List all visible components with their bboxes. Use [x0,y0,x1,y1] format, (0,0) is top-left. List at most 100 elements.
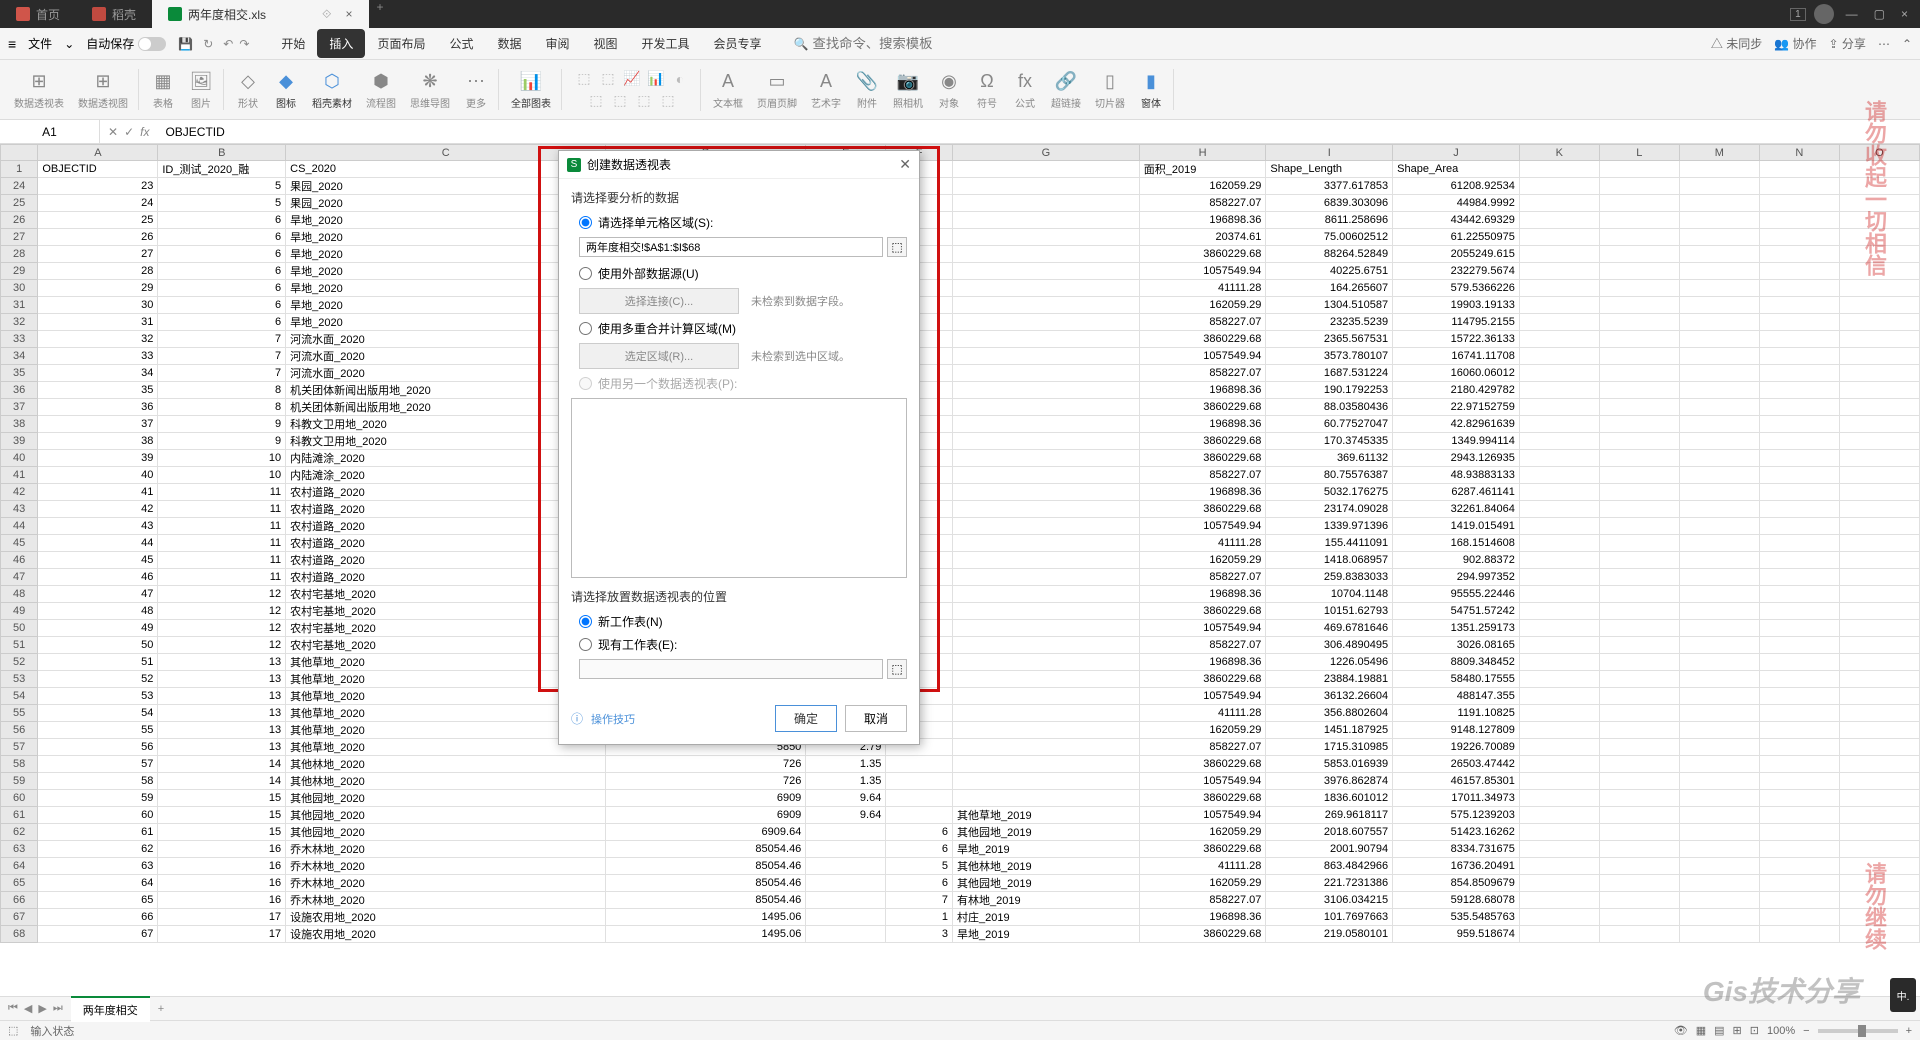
sheet-first-icon[interactable]: ⏮ [8,1002,18,1015]
tab-home[interactable]: 首页 [0,0,76,28]
cell[interactable] [1599,807,1679,824]
cell[interactable] [1759,909,1839,926]
cell[interactable]: 3573.780107 [1266,348,1393,365]
range-input[interactable] [579,237,883,257]
cell[interactable] [1519,722,1599,739]
cell[interactable] [1599,348,1679,365]
cell[interactable] [1839,841,1919,858]
row-header[interactable]: 40 [1,450,38,467]
cell[interactable]: 63 [38,858,158,875]
cell[interactable] [953,433,1140,450]
cell[interactable] [1759,875,1839,892]
row-header[interactable]: 34 [1,348,38,365]
cell[interactable]: 66 [38,909,158,926]
cell[interactable]: 3860229.68 [1139,450,1266,467]
cell[interactable] [953,756,1140,773]
cell[interactable]: 27 [38,246,158,263]
cell[interactable] [1759,399,1839,416]
sheet-prev-icon[interactable]: ◀ [24,1002,32,1015]
cell[interactable] [1599,484,1679,501]
cell[interactable]: 40225.6751 [1266,263,1393,280]
cell[interactable]: 52 [38,671,158,688]
cell[interactable]: 85054.46 [606,875,806,892]
cell[interactable] [1679,246,1759,263]
cell[interactable]: 16741.11708 [1393,348,1520,365]
cell[interactable]: 17 [158,926,286,943]
cell[interactable]: 162059.29 [1139,875,1266,892]
ribbon-item-附件[interactable]: 📎附件 [849,69,885,110]
cell[interactable]: 6909 [606,807,806,824]
cell[interactable]: 65 [38,892,158,909]
radio-existing-sheet[interactable] [579,638,592,651]
chart-small-icon[interactable]: ⬚ [658,91,678,111]
row-header[interactable]: 45 [1,535,38,552]
cell[interactable]: 61 [38,824,158,841]
cell[interactable]: 858227.07 [1139,195,1266,212]
cell[interactable]: 9.64 [806,807,886,824]
cell[interactable] [1519,688,1599,705]
ribbon-tab[interactable]: 数据 [485,29,533,58]
fx-icon[interactable]: fx [140,125,149,139]
expand-icon[interactable]: ⌃ [1902,37,1912,51]
chart-small-icon[interactable]: ⬚ [610,91,630,111]
cell[interactable]: 162059.29 [1139,552,1266,569]
cell[interactable]: 114795.2155 [1393,314,1520,331]
cell[interactable]: 61208.92534 [1393,178,1520,195]
row-header[interactable]: 58 [1,756,38,773]
ribbon-item-更多[interactable]: ⋯更多 [458,69,499,110]
cell[interactable]: 9 [158,433,286,450]
cell[interactable]: 11 [158,518,286,535]
cell[interactable]: 其他园地_2020 [286,790,606,807]
cell[interactable] [953,501,1140,518]
cell[interactable] [1519,671,1599,688]
cell[interactable] [1839,212,1919,229]
cell[interactable] [1679,467,1759,484]
cell[interactable]: 8809.348452 [1393,654,1520,671]
cell[interactable]: 12 [158,586,286,603]
new-tab-button[interactable]: + [369,0,392,28]
autosave-toggle[interactable]: 自动保存 [86,35,166,52]
cell[interactable] [1519,569,1599,586]
cell[interactable] [1599,603,1679,620]
cell[interactable]: 858227.07 [1139,365,1266,382]
row-header[interactable]: 46 [1,552,38,569]
cell[interactable]: 1349.994114 [1393,433,1520,450]
ribbon-item-公式[interactable]: fx公式 [1007,69,1043,110]
cell[interactable] [1759,603,1839,620]
cell[interactable] [886,773,953,790]
cell[interactable] [953,705,1140,722]
header-cell[interactable] [953,161,1140,178]
cell[interactable] [1759,892,1839,909]
chart-small-icon[interactable]: ⬚ [586,91,606,111]
cell[interactable] [1599,195,1679,212]
cell[interactable]: 6839.303096 [1266,195,1393,212]
cell[interactable]: 17 [158,909,286,926]
chart-small-icon[interactable]: ⬚ [634,91,654,111]
cell[interactable] [1599,756,1679,773]
cell[interactable] [1519,858,1599,875]
row-header[interactable]: 53 [1,671,38,688]
cell[interactable] [1839,467,1919,484]
cell[interactable]: 1057549.94 [1139,773,1266,790]
cell[interactable]: 85054.46 [606,858,806,875]
cell[interactable]: 6 [158,314,286,331]
cell[interactable] [953,297,1140,314]
cell[interactable]: 41111.28 [1139,705,1266,722]
cell[interactable] [1519,314,1599,331]
cell[interactable]: 56 [38,739,158,756]
cell[interactable]: 1226.05496 [1266,654,1393,671]
cell[interactable] [1599,450,1679,467]
cell[interactable]: 15 [158,824,286,841]
cell[interactable]: 1057549.94 [1139,518,1266,535]
cell[interactable] [1519,586,1599,603]
cell[interactable]: 45 [38,552,158,569]
cell[interactable] [1599,722,1679,739]
cell[interactable]: 6 [158,263,286,280]
cell[interactable]: 369.61132 [1266,450,1393,467]
cell[interactable] [1679,892,1759,909]
cell[interactable]: 155.4411091 [1266,535,1393,552]
cell[interactable] [1599,858,1679,875]
cell[interactable] [806,824,886,841]
cell[interactable] [1839,399,1919,416]
cell[interactable] [806,875,886,892]
